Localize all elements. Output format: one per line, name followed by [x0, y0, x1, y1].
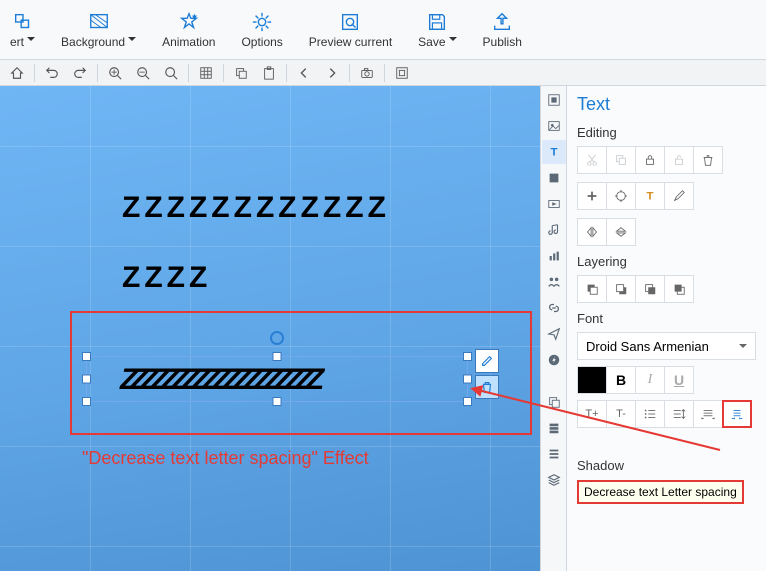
- lock-icon[interactable]: [635, 146, 665, 174]
- options-label: Options: [241, 35, 282, 49]
- editing-section-label: Editing: [577, 125, 756, 140]
- next-icon[interactable]: [321, 63, 343, 83]
- target-icon[interactable]: [606, 182, 636, 210]
- layering-section-label: Layering: [577, 254, 756, 269]
- preview-button[interactable]: Preview current: [303, 2, 398, 58]
- canvas[interactable]: ZZZZZZZZZZZZ ZZZZ ZZZZZZZZZZZZZZZZZZZ "D…: [0, 86, 540, 571]
- brush-icon[interactable]: [664, 182, 694, 210]
- resize-handle-se[interactable]: [463, 397, 472, 406]
- font-section-label: Font: [577, 311, 756, 326]
- decrease-letter-spacing-icon[interactable]: [722, 400, 752, 428]
- ribbon: ert Background Animation Options Preview…: [0, 0, 766, 60]
- zoom-out-icon[interactable]: [132, 63, 154, 83]
- line-spacing-icon[interactable]: [664, 400, 694, 428]
- unlock-icon[interactable]: [664, 146, 694, 174]
- publish-button[interactable]: Publish: [477, 2, 528, 58]
- strip-image-icon[interactable]: [542, 114, 566, 138]
- strip-layers-icon[interactable]: [542, 468, 566, 492]
- font-name-value: Droid Sans Armenian: [586, 339, 709, 354]
- strip-shape-icon[interactable]: [542, 166, 566, 190]
- strip-stack-icon[interactable]: [542, 416, 566, 440]
- resize-handle-ne[interactable]: [463, 352, 472, 361]
- undo-icon[interactable]: [41, 63, 63, 83]
- resize-handle-nw[interactable]: [82, 352, 91, 361]
- underline-button[interactable]: U: [664, 366, 694, 394]
- canvas-text-line2[interactable]: ZZZZ: [122, 261, 211, 295]
- copy-icon[interactable]: [230, 63, 252, 83]
- tooltip: Decrease text Letter spacing: [577, 480, 744, 504]
- background-button[interactable]: Background: [55, 2, 142, 58]
- background-label: Background: [61, 35, 136, 49]
- cut-icon[interactable]: [577, 146, 607, 174]
- svg-text:T: T: [550, 147, 557, 159]
- italic-button[interactable]: I: [635, 366, 665, 394]
- redo-icon[interactable]: [69, 63, 91, 83]
- fullscreen-icon[interactable]: [391, 63, 413, 83]
- resize-handle-e[interactable]: [463, 375, 472, 384]
- canvas-text-line1[interactable]: ZZZZZZZZZZZZ: [122, 191, 390, 225]
- strip-flash-icon[interactable]: [542, 348, 566, 372]
- strip-people-icon[interactable]: [542, 270, 566, 294]
- zoom-fit-icon[interactable]: [160, 63, 182, 83]
- strip-text-icon[interactable]: T: [542, 140, 566, 164]
- shadow-section-label: Shadow: [577, 458, 756, 473]
- flip-h-icon[interactable]: [577, 218, 607, 246]
- publish-label: Publish: [483, 35, 522, 49]
- bring-forward-icon[interactable]: [606, 275, 636, 303]
- resize-handle-w[interactable]: [82, 375, 91, 384]
- tool-strip: T: [540, 86, 566, 571]
- camera-icon[interactable]: [356, 63, 378, 83]
- edit-text-icon[interactable]: [475, 349, 499, 373]
- strip-list-icon[interactable]: [542, 442, 566, 466]
- animation-button[interactable]: Animation: [156, 2, 221, 58]
- delete-icon[interactable]: [475, 375, 499, 399]
- increase-letter-spacing-icon[interactable]: [693, 400, 723, 428]
- increase-font-size-button[interactable]: T+: [577, 400, 607, 428]
- svg-text:T: T: [647, 191, 654, 203]
- annotation-caption: "Decrease text letter spacing" Effect: [82, 448, 369, 469]
- home-icon[interactable]: [6, 63, 28, 83]
- strip-chart-icon[interactable]: [542, 244, 566, 268]
- text-tool-icon[interactable]: T: [635, 182, 665, 210]
- font-color-swatch[interactable]: [577, 366, 607, 394]
- font-family-select[interactable]: Droid Sans Armenian: [577, 332, 756, 360]
- options-button[interactable]: Options: [235, 2, 288, 58]
- insert-button[interactable]: ert: [4, 2, 41, 58]
- zoom-in-icon[interactable]: [104, 63, 126, 83]
- save-label: Save: [418, 35, 456, 49]
- decrease-font-size-button[interactable]: T-: [606, 400, 636, 428]
- animation-label: Animation: [162, 35, 215, 49]
- resize-handle-n[interactable]: [273, 352, 282, 361]
- strip-music-icon[interactable]: [542, 218, 566, 242]
- bring-front-icon[interactable]: [577, 275, 607, 303]
- rotate-handle[interactable]: [270, 331, 284, 345]
- strip-video-icon[interactable]: [542, 192, 566, 216]
- resize-handle-sw[interactable]: [82, 397, 91, 406]
- strip-layers2-icon[interactable]: [542, 390, 566, 414]
- panel-title: Text: [577, 94, 756, 115]
- send-backward-icon[interactable]: [635, 275, 665, 303]
- insert-label: ert: [10, 35, 35, 49]
- flip-v-icon[interactable]: [606, 218, 636, 246]
- copy-panel-icon[interactable]: [606, 146, 636, 174]
- preview-label: Preview current: [309, 35, 392, 49]
- strip-properties-icon[interactable]: [542, 88, 566, 112]
- delete-panel-icon[interactable]: [693, 146, 723, 174]
- grid-icon[interactable]: [195, 63, 217, 83]
- strip-link-icon[interactable]: [542, 296, 566, 320]
- bold-button[interactable]: B: [606, 366, 636, 394]
- save-button[interactable]: Save: [412, 2, 462, 58]
- canvas-text-condensed[interactable]: ZZZZZZZZZZZZZZZZZZZ: [120, 363, 316, 397]
- paste-icon[interactable]: [258, 63, 280, 83]
- bullet-list-icon[interactable]: [635, 400, 665, 428]
- resize-handle-s[interactable]: [273, 397, 282, 406]
- prev-icon[interactable]: [293, 63, 315, 83]
- secondary-toolbar: [0, 60, 766, 86]
- send-back-icon[interactable]: [664, 275, 694, 303]
- add-icon[interactable]: [577, 182, 607, 210]
- strip-plane-icon[interactable]: [542, 322, 566, 346]
